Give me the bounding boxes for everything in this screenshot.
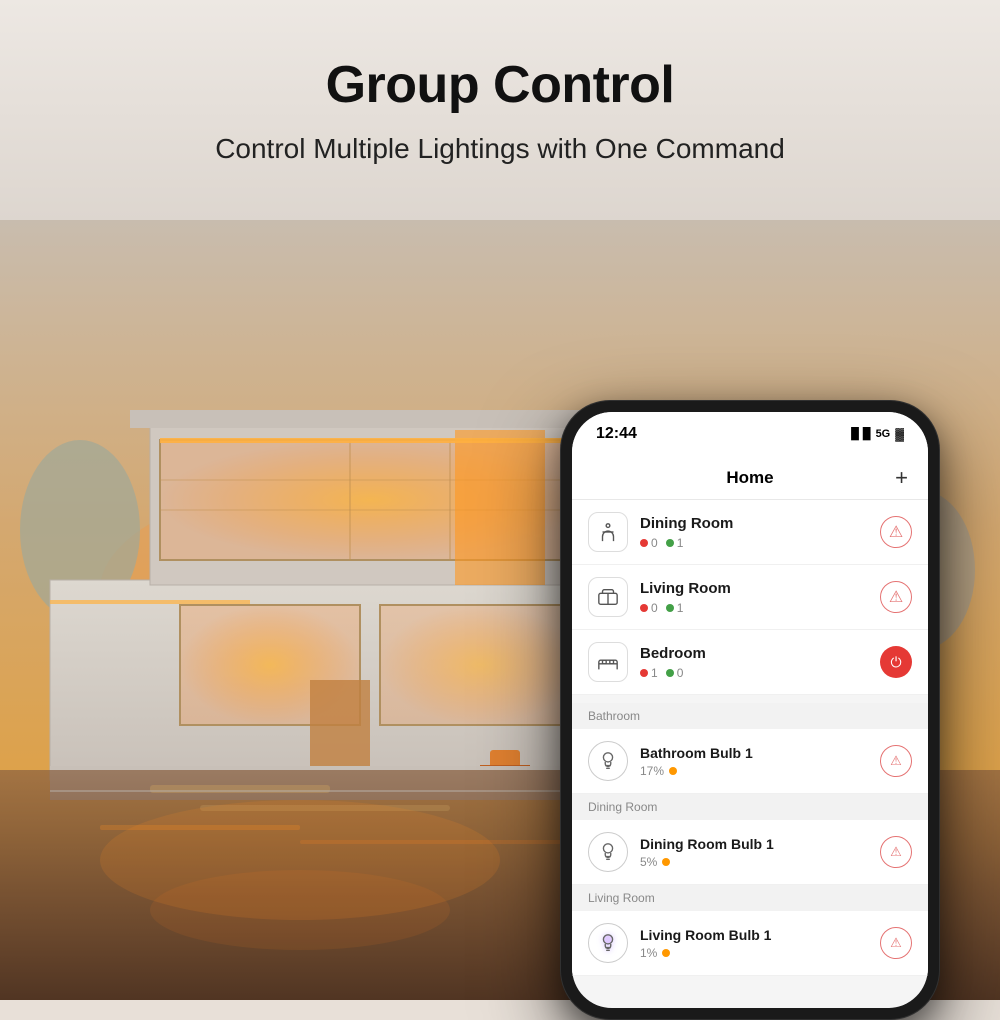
living-online-count: 1 bbox=[677, 601, 684, 615]
bathroom-bulb-icon bbox=[588, 741, 628, 781]
room-item-living[interactable]: Living Room 0 1 bbox=[572, 565, 928, 630]
living-offline-count: 0 bbox=[651, 601, 658, 615]
living-bulb-1-info: Living Room Bulb 1 1% bbox=[640, 927, 880, 960]
dining-bulb-1-name: Dining Room Bulb 1 bbox=[640, 836, 880, 852]
room-list: Dining Room 0 1 bbox=[572, 500, 928, 695]
bathroom-bulb-1-item[interactable]: Bathroom Bulb 1 17% ⚠ bbox=[572, 729, 928, 794]
living-online-stat: 1 bbox=[666, 601, 684, 615]
living-section-header: Living Room bbox=[572, 885, 928, 911]
offline-dot bbox=[640, 604, 648, 612]
phone-mockup: 12:44 ▐▌█ 5G ▓ Home + bbox=[560, 400, 940, 1020]
dining-bulb-action[interactable]: ⚠ bbox=[880, 836, 912, 868]
living-offline-stat: 0 bbox=[640, 601, 658, 615]
living-room-icon bbox=[588, 577, 628, 617]
add-button[interactable]: + bbox=[895, 465, 908, 491]
signal-icon: ▐▌█ bbox=[847, 428, 870, 440]
living-bulb-action[interactable]: ⚠ bbox=[880, 927, 912, 959]
living-color-dot bbox=[662, 949, 670, 957]
top-section: Group Control Control Multiple Lightings… bbox=[0, 0, 1000, 220]
status-bar: 12:44 ▐▌█ 5G ▓ bbox=[572, 412, 928, 456]
offline-dot bbox=[640, 669, 648, 677]
dining-room-info: Dining Room 0 1 bbox=[640, 515, 880, 550]
bathroom-bulb-1-info: Bathroom Bulb 1 17% bbox=[640, 745, 880, 778]
living-bulb-icon bbox=[588, 923, 628, 963]
bedroom-stats: 1 0 bbox=[640, 666, 880, 680]
room-item-dining[interactable]: Dining Room 0 1 bbox=[572, 500, 928, 565]
living-action-button[interactable]: ⚠ bbox=[880, 581, 912, 613]
dining-bulb-1-status: 5% bbox=[640, 855, 880, 869]
dining-color-dot bbox=[662, 858, 670, 866]
dining-online-stat: 1 bbox=[666, 536, 684, 550]
bottom-fade bbox=[572, 976, 928, 1006]
bedroom-info: Bedroom 1 0 bbox=[640, 645, 880, 680]
dining-room-name: Dining Room bbox=[640, 515, 880, 532]
room-item-bedroom[interactable]: Bedroom 1 0 bbox=[572, 630, 928, 695]
dining-section-header: Dining Room bbox=[572, 794, 928, 820]
page-wrapper: Group Control Control Multiple Lightings… bbox=[0, 0, 1000, 1000]
bathroom-section-header: Bathroom bbox=[572, 703, 928, 729]
online-dot bbox=[666, 604, 674, 612]
dining-room-icon bbox=[588, 512, 628, 552]
living-brightness: 1% bbox=[640, 946, 657, 960]
dining-room-stats: 0 1 bbox=[640, 536, 880, 550]
page-subtitle: Control Multiple Lightings with One Comm… bbox=[215, 133, 785, 165]
bedroom-online-count: 0 bbox=[677, 666, 684, 680]
dining-action-button[interactable]: ⚠ bbox=[880, 516, 912, 548]
offline-dot bbox=[640, 539, 648, 547]
dining-brightness: 5% bbox=[640, 855, 657, 869]
network-type: 5G bbox=[876, 428, 891, 440]
living-room-info: Living Room 0 1 bbox=[640, 580, 880, 615]
dining-offline-count: 0 bbox=[651, 536, 658, 550]
online-dot bbox=[666, 539, 674, 547]
bedroom-icon bbox=[588, 642, 628, 682]
bedroom-name: Bedroom bbox=[640, 645, 880, 662]
bedroom-offline-count: 1 bbox=[651, 666, 658, 680]
living-bulb-1-item[interactable]: Living Room Bulb 1 1% ⚠ bbox=[572, 911, 928, 976]
bathroom-color-dot bbox=[669, 767, 677, 775]
bedroom-offline-stat: 1 bbox=[640, 666, 658, 680]
dining-bulb-icon bbox=[588, 832, 628, 872]
bathroom-bulb-1-status: 17% bbox=[640, 764, 880, 778]
dining-online-count: 1 bbox=[677, 536, 684, 550]
battery-icon: ▓ bbox=[895, 427, 904, 441]
bathroom-bulb-1-name: Bathroom Bulb 1 bbox=[640, 745, 880, 761]
dining-offline-stat: 0 bbox=[640, 536, 658, 550]
bedroom-online-stat: 0 bbox=[666, 666, 684, 680]
living-bulb-1-status: 1% bbox=[640, 946, 880, 960]
bathroom-brightness: 17% bbox=[640, 764, 664, 778]
bedroom-power-button[interactable]: ⏻ bbox=[880, 646, 912, 678]
dining-bulb-1-info: Dining Room Bulb 1 5% bbox=[640, 836, 880, 869]
app-header: Home + bbox=[572, 456, 928, 500]
page-title: Group Control bbox=[326, 55, 675, 115]
phone-screen: 12:44 ▐▌█ 5G ▓ Home + bbox=[572, 412, 928, 1008]
bathroom-bulb-action[interactable]: ⚠ bbox=[880, 745, 912, 777]
dining-bulb-1-item[interactable]: Dining Room Bulb 1 5% ⚠ bbox=[572, 820, 928, 885]
online-dot bbox=[666, 669, 674, 677]
status-icons: ▐▌█ 5G ▓ bbox=[847, 427, 904, 441]
living-bulb-1-name: Living Room Bulb 1 bbox=[640, 927, 880, 943]
phone-outer: 12:44 ▐▌█ 5G ▓ Home + bbox=[560, 400, 940, 1020]
living-room-stats: 0 1 bbox=[640, 601, 880, 615]
app-header-title: Home bbox=[726, 468, 773, 488]
status-time: 12:44 bbox=[596, 425, 637, 443]
living-room-name: Living Room bbox=[640, 580, 880, 597]
